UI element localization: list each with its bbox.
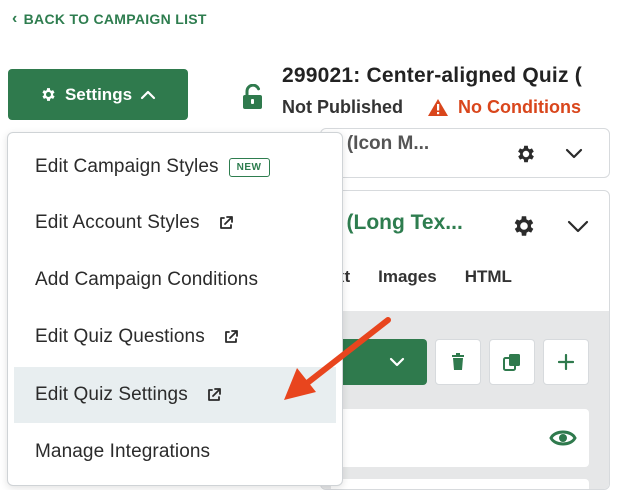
new-badge: NEW	[228, 157, 270, 177]
back-to-campaign-list-link[interactable]: ‹ BACK TO CAMPAIGN LIST	[12, 10, 207, 28]
field-row[interactable]	[331, 409, 589, 467]
external-link-icon	[219, 216, 233, 229]
campaign-title: 299021: Center-aligned Quiz (	[282, 64, 582, 87]
panel-editor-area	[321, 311, 609, 489]
panel-tabs: xt Images HTML	[335, 267, 512, 287]
gear-icon[interactable]	[515, 143, 537, 165]
duplicate-button[interactable]	[489, 339, 535, 385]
external-link-icon	[224, 330, 238, 343]
menu-item-manage-integrations[interactable]: Manage Integrations	[14, 424, 336, 480]
chevron-down-icon	[389, 357, 405, 367]
settings-menu: Edit Campaign Styles NEW Edit Account St…	[7, 132, 343, 486]
menu-item-label: Add Campaign Conditions	[35, 269, 259, 290]
chevron-down-icon[interactable]	[565, 147, 583, 159]
plus-icon	[558, 354, 574, 370]
tab-html[interactable]: HTML	[465, 267, 512, 287]
menu-item-add-campaign-conditions[interactable]: Add Campaign Conditions	[14, 252, 336, 308]
menu-item-edit-quiz-settings[interactable]: Edit Quiz Settings	[14, 367, 336, 423]
menu-item-label: Edit Quiz Questions	[35, 326, 205, 347]
field-row[interactable]	[331, 479, 589, 489]
content-block-panel-expanded: s (Long Tex... xt Images HTML	[320, 190, 610, 490]
menu-item-label: Manage Integrations	[35, 441, 211, 462]
publish-status: Not Published	[282, 97, 403, 117]
external-link-icon	[207, 388, 221, 401]
back-link-label: BACK TO CAMPAIGN LIST	[23, 11, 207, 27]
campaign-status-row: Not Published No Conditions	[282, 97, 581, 118]
menu-item-label: Edit Campaign Styles	[35, 156, 219, 177]
panel-title-partial: s (Icon M...	[331, 133, 430, 154]
menu-item-edit-quiz-questions[interactable]: Edit Quiz Questions	[14, 309, 336, 365]
eye-icon[interactable]	[549, 427, 577, 449]
chevron-up-icon	[140, 90, 156, 99]
panel-title-partial: s (Long Tex...	[329, 211, 463, 234]
copy-icon	[503, 354, 520, 371]
element-type-dropdown[interactable]	[331, 339, 427, 385]
settings-button[interactable]: Settings	[8, 69, 188, 120]
chevron-left-icon: ‹	[12, 10, 18, 27]
menu-item-label: Edit Quiz Settings	[35, 384, 188, 405]
tab-images[interactable]: Images	[378, 267, 437, 287]
gear-icon	[42, 88, 55, 101]
content-block-panel[interactable]: s (Icon M...	[320, 128, 610, 178]
delete-button[interactable]	[435, 339, 481, 385]
add-button[interactable]	[543, 339, 589, 385]
menu-item-edit-account-styles[interactable]: Edit Account Styles	[14, 195, 336, 251]
gear-icon[interactable]	[511, 213, 537, 239]
menu-item-label: Edit Account Styles	[35, 212, 200, 233]
unlock-icon[interactable]	[240, 84, 266, 110]
menu-item-edit-campaign-styles[interactable]: Edit Campaign Styles NEW	[14, 139, 336, 195]
no-conditions-warning[interactable]: No Conditions	[458, 97, 581, 118]
trash-icon	[452, 353, 464, 370]
settings-button-label: Settings	[64, 84, 133, 104]
warning-icon	[428, 99, 448, 116]
chevron-down-icon[interactable]	[567, 219, 589, 233]
